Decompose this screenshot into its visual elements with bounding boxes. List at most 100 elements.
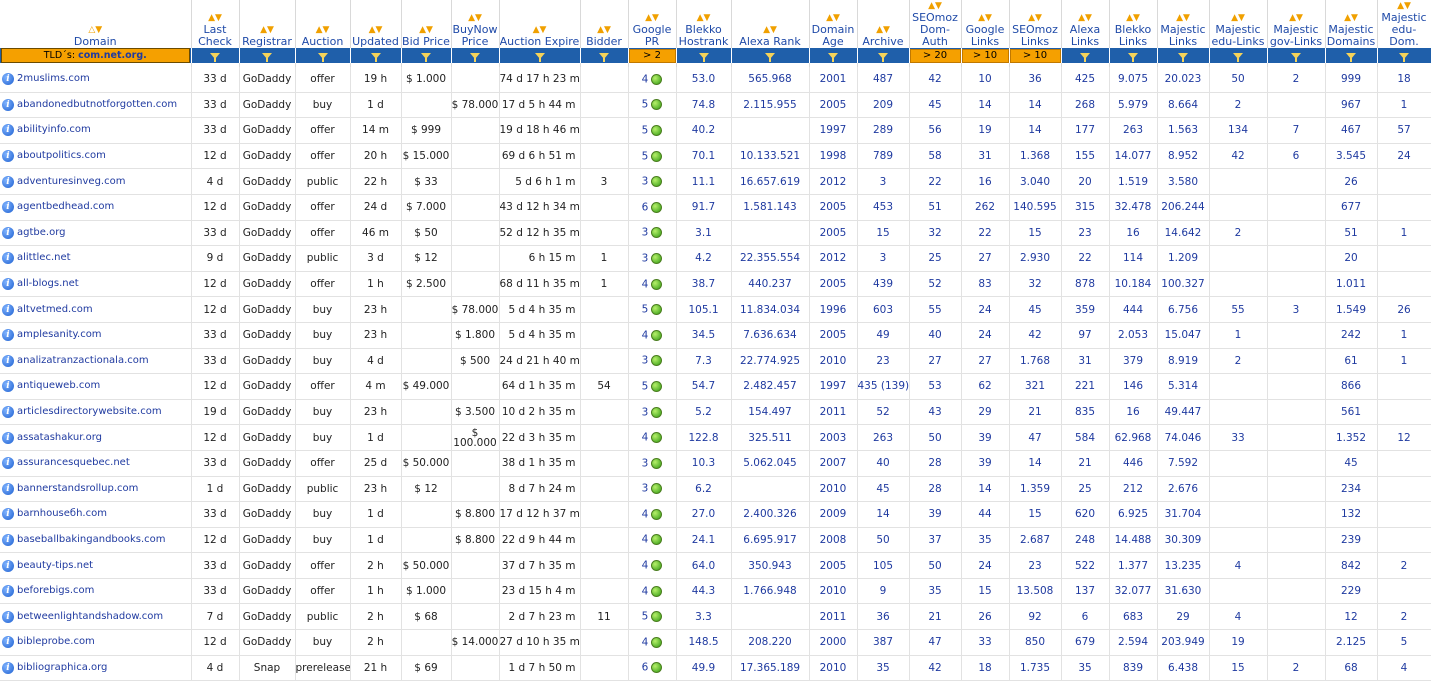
filter-funnel-icon[interactable]	[828, 52, 838, 62]
filter-funnel-icon[interactable]	[1399, 52, 1409, 62]
column-header-19[interactable]: ▲▼ Majestic Links	[1157, 0, 1210, 48]
column-filter-11[interactable]	[731, 48, 810, 63]
info-icon[interactable]: i	[2, 150, 14, 163]
tld-filter-box[interactable]: TLD´s: com.net.org.	[1, 48, 190, 63]
filter-funnel-icon[interactable]	[470, 52, 480, 62]
info-icon[interactable]: i	[2, 431, 14, 444]
column-header-21[interactable]: ▲▼ Majestic gov-Links	[1267, 0, 1326, 48]
info-icon[interactable]: i	[2, 278, 14, 291]
domain-link[interactable]: 2muslims.com	[17, 73, 90, 84]
domain-link[interactable]: agtbe.org	[17, 227, 65, 238]
domain-link[interactable]: bibliographica.org	[17, 662, 107, 673]
filter-funnel-icon[interactable]	[1346, 52, 1356, 62]
column-header-9[interactable]: ▲▼ Google PR	[628, 0, 677, 48]
column-filter-2[interactable]	[239, 48, 296, 63]
info-icon[interactable]: i	[2, 329, 14, 342]
column-filter-8[interactable]	[580, 48, 629, 63]
column-filter-12[interactable]	[809, 48, 858, 63]
column-filter-20[interactable]	[1209, 48, 1268, 63]
column-filter-21[interactable]	[1267, 48, 1326, 63]
column-filter-1[interactable]	[191, 48, 240, 63]
column-filter-19[interactable]	[1157, 48, 1210, 63]
filter-funnel-icon[interactable]	[599, 52, 609, 62]
filter-funnel-icon[interactable]	[1233, 52, 1243, 62]
column-header-18[interactable]: ▲▼ Blekko Links	[1109, 0, 1158, 48]
filter-funnel-icon[interactable]	[210, 52, 220, 62]
info-icon[interactable]: i	[2, 201, 14, 214]
info-icon[interactable]: i	[2, 354, 14, 367]
filter-value-box[interactable]: > 2	[628, 48, 675, 63]
domain-link[interactable]: articlesdirectorywebsite.com	[17, 406, 162, 417]
column-header-23[interactable]: ▲▼ Majestic edu-Dom.	[1377, 0, 1431, 48]
column-filter-10[interactable]	[676, 48, 732, 63]
tld-filter[interactable]: TLD´s: com.net.org.	[0, 48, 192, 63]
filter-funnel-icon[interactable]	[1080, 52, 1090, 62]
column-header-16[interactable]: ▲▼ SEOmoz Links	[1009, 0, 1062, 48]
info-icon[interactable]: i	[2, 610, 14, 623]
domain-link[interactable]: aboutpolitics.com	[17, 150, 106, 161]
filter-funnel-icon[interactable]	[370, 52, 381, 62]
domain-link[interactable]: bibleprobe.com	[17, 636, 95, 647]
filter-funnel-icon[interactable]	[1291, 52, 1301, 62]
column-filter-3[interactable]	[295, 48, 351, 63]
info-icon[interactable]: i	[2, 585, 14, 598]
filter-funnel-icon[interactable]	[1178, 52, 1188, 62]
domain-link[interactable]: baseballbakingandbooks.com	[17, 534, 166, 545]
filter-value-box[interactable]: > 10	[961, 48, 1008, 63]
column-filter-active-14[interactable]: > 20	[909, 48, 962, 63]
filter-funnel-icon[interactable]	[765, 52, 775, 62]
domain-link[interactable]: amplesanity.com	[17, 329, 102, 340]
column-filter-17[interactable]	[1061, 48, 1110, 63]
column-filter-7[interactable]	[499, 48, 581, 63]
info-icon[interactable]: i	[2, 175, 14, 188]
domain-link[interactable]: assatashakur.org	[17, 432, 102, 443]
info-icon[interactable]: i	[2, 457, 14, 470]
column-filter-active-9[interactable]: > 2	[628, 48, 677, 63]
domain-link[interactable]: all-blogs.net	[17, 278, 79, 289]
domain-link[interactable]: beauty-tips.net	[17, 560, 93, 571]
domain-link[interactable]: betweenlightandshadow.com	[17, 611, 163, 622]
column-header-13[interactable]: ▲▼ Archive	[857, 0, 910, 48]
domain-link[interactable]: altvetmed.com	[17, 304, 93, 315]
filter-funnel-icon[interactable]	[262, 52, 272, 62]
column-header-10[interactable]: ▲▼ Blekko Hostrank	[676, 0, 732, 48]
domain-link[interactable]: barnhouseбh.com	[17, 508, 107, 519]
domain-link[interactable]: beforebigs.com	[17, 585, 94, 596]
info-icon[interactable]: i	[2, 559, 14, 572]
column-filter-4[interactable]	[350, 48, 402, 63]
filter-value-box[interactable]: > 10	[1009, 48, 1060, 63]
info-icon[interactable]: i	[2, 252, 14, 265]
domain-link[interactable]: assurancesquebec.net	[17, 457, 130, 468]
column-filter-23[interactable]	[1377, 48, 1431, 63]
domain-link[interactable]: alittlec.net	[17, 252, 71, 263]
column-header-17[interactable]: ▲▼ Alexa Links	[1061, 0, 1110, 48]
domain-link[interactable]: antiqueweb.com	[17, 380, 100, 391]
info-icon[interactable]: i	[2, 636, 14, 649]
filter-funnel-icon[interactable]	[421, 52, 431, 62]
column-header-6[interactable]: ▲▼ BuyNow Price	[451, 0, 500, 48]
filter-funnel-icon[interactable]	[698, 52, 709, 62]
info-icon[interactable]: i	[2, 406, 14, 419]
column-header-1[interactable]: ▲▼ Last Check	[191, 0, 240, 48]
info-icon[interactable]: i	[2, 482, 14, 495]
info-icon[interactable]: i	[2, 98, 14, 111]
domain-link[interactable]: agentbedhead.com	[17, 201, 114, 212]
column-header-0[interactable]: △▼ Domain	[0, 0, 192, 48]
column-header-20[interactable]: ▲▼ Majestic edu-Links	[1209, 0, 1268, 48]
filter-funnel-icon[interactable]	[878, 52, 888, 62]
column-header-22[interactable]: ▲▼ Majestic Domains	[1325, 0, 1378, 48]
info-icon[interactable]: i	[2, 73, 14, 86]
info-icon[interactable]: i	[2, 508, 14, 521]
domain-link[interactable]: abandonedbutnotforgotten.com	[17, 99, 177, 110]
filter-value-box[interactable]: > 20	[909, 48, 960, 63]
column-header-5[interactable]: ▲▼ Bid Price	[401, 0, 452, 48]
info-icon[interactable]: i	[2, 303, 14, 316]
column-header-4[interactable]: ▲▼ Updated	[350, 0, 402, 48]
column-header-2[interactable]: ▲▼ Registrar	[239, 0, 296, 48]
domain-link[interactable]: bannerstandsrollup.com	[17, 483, 138, 494]
info-icon[interactable]: i	[2, 661, 14, 674]
info-icon[interactable]: i	[2, 226, 14, 239]
column-header-11[interactable]: ▲▼ Alexa Rank	[731, 0, 810, 48]
column-filter-22[interactable]	[1325, 48, 1378, 63]
column-filter-active-15[interactable]: > 10	[961, 48, 1010, 63]
